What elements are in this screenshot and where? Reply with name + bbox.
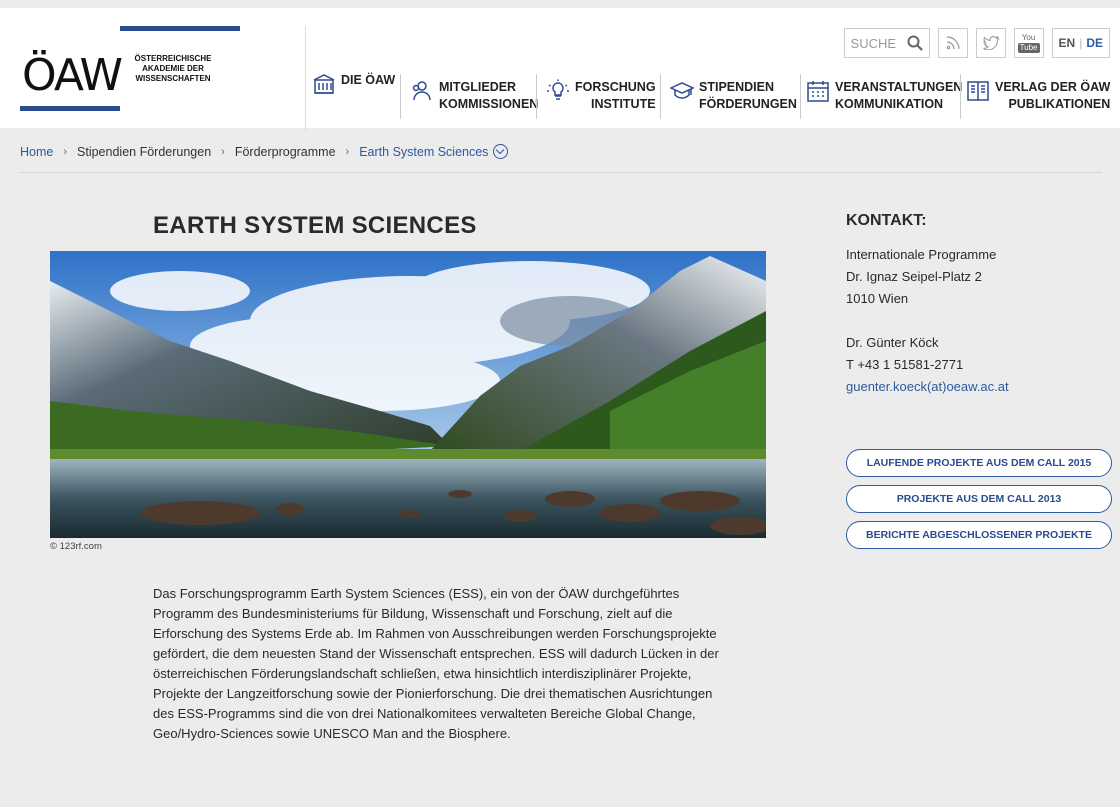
kontakt-email-link[interactable]: guenter.koeck(at)oeaw.ac.at <box>846 379 1009 394</box>
nav-label: DIE ÖAW <box>341 73 396 87</box>
book-icon <box>967 81 989 101</box>
breadcrumb-divider <box>20 172 1102 173</box>
lightbulb-icon <box>547 79 569 100</box>
projekte-2013-button[interactable]: PROJEKTE AUS DEM CALL 2013 <box>846 485 1112 513</box>
breadcrumb-current: Earth System Sciences <box>359 144 489 159</box>
graduation-cap-icon <box>670 82 694 99</box>
calendar-icon <box>807 81 829 102</box>
search-icon <box>907 35 923 51</box>
nav-label: MITGLIEDER KOMMISSIONEN <box>439 80 539 111</box>
breadcrumb: Home › Stipendien Förderungen › Förderpr… <box>20 144 509 159</box>
nav-label: VERANSTALTUNGEN KOMMUNIKATION <box>835 80 963 111</box>
nav-item-forschung[interactable]: FORSCHUNG INSTITUTE <box>546 79 656 113</box>
nav-item-stipendien[interactable]: STIPENDIEN FÖRDERUNGEN <box>670 79 797 113</box>
logo-line-1: ÖSTERREICHISCHE <box>134 54 212 63</box>
nav-item-die-oeaw[interactable]: DIE ÖAW <box>312 72 395 96</box>
logo-line-2: AKADEMIE DER <box>142 64 204 73</box>
breadcrumb-arrow: › <box>345 145 350 158</box>
nav-item-verlag[interactable]: VERLAG DER ÖAW PUBLIKATIONEN <box>966 79 1110 113</box>
kontakt-city: 1010 Wien <box>846 291 909 306</box>
breadcrumb-arrow: › <box>63 145 68 158</box>
nav-item-mitglieder[interactable]: MITGLIEDER KOMMISSIONEN <box>410 79 538 113</box>
kontakt-org: Internationale Programme <box>846 247 997 262</box>
logo-abbrev: ÖAW <box>22 50 123 101</box>
language-switch: EN | DE <box>1051 28 1110 58</box>
logo-bar-bottom <box>20 106 120 111</box>
nav-divider <box>960 74 961 119</box>
utility-bar: SUCHE You Tube EN | DE <box>843 28 1110 58</box>
search-box[interactable]: SUCHE <box>843 28 930 58</box>
page-title: EARTH SYSTEM SCIENCES <box>153 212 477 239</box>
nav-item-veranstaltungen[interactable]: VERANSTALTUNGEN KOMMUNIKATION <box>806 79 962 113</box>
chevron-down-icon[interactable] <box>493 144 509 159</box>
projekte-2015-button[interactable]: LAUFENDE PROJEKTE AUS DEM CALL 2015 <box>846 449 1112 477</box>
berichte-button[interactable]: BERICHTE ABGESCHLOSSENER PROJEKTE <box>846 521 1112 549</box>
kontakt-phone: T +43 1 51581-2771 <box>846 357 964 372</box>
kontakt-street: Dr. Ignaz Seipel-Platz 2 <box>846 269 982 284</box>
breadcrumb-stipendien[interactable]: Stipendien Förderungen <box>77 145 211 159</box>
youtube-button[interactable]: You Tube <box>1013 28 1044 58</box>
rss-icon <box>946 36 960 50</box>
nav-divider <box>536 74 537 119</box>
building-icon <box>313 74 335 94</box>
kontakt-block: Internationale Programme Dr. Ignaz Seipe… <box>846 244 1009 398</box>
lang-en-link[interactable]: EN <box>1059 36 1076 50</box>
intro-paragraph: Das Forschungsprogramm Earth System Scie… <box>153 586 719 741</box>
search-label: SUCHE <box>850 35 897 51</box>
breadcrumb-arrow: › <box>221 145 225 158</box>
image-credit: © 123rf.com <box>50 541 102 552</box>
nav-divider <box>800 74 801 119</box>
mountain-lake-image <box>50 251 766 538</box>
lang-separator: | <box>1079 36 1083 50</box>
nav-label: FORSCHUNG INSTITUTE <box>575 80 656 111</box>
breadcrumb-home[interactable]: Home <box>20 145 53 159</box>
kontakt-heading: KONTAKT: <box>846 212 927 229</box>
site-header: ÖAW ÖSTERREICHISCHE AKADEMIE DER WISSENS… <box>0 0 1120 131</box>
hero-image <box>50 251 766 538</box>
youtube-you: You <box>1021 32 1036 42</box>
logo-fullname: ÖSTERREICHISCHE AKADEMIE DER WISSENSCHAF… <box>128 54 218 84</box>
youtube-tube: Tube <box>1017 42 1040 53</box>
lang-de-link[interactable]: DE <box>1086 36 1103 50</box>
nav-label: STIPENDIEN FÖRDERUNGEN <box>699 80 797 111</box>
nav-divider <box>400 74 401 119</box>
nav-separator <box>305 26 306 131</box>
kontakt-person: Dr. Günter Köck <box>846 335 939 350</box>
oeaw-logo[interactable]: ÖAW ÖSTERREICHISCHE AKADEMIE DER WISSENS… <box>20 26 240 121</box>
people-icon <box>412 81 431 101</box>
twitter-icon <box>982 36 999 50</box>
logo-bar-top <box>120 26 240 31</box>
logo-line-3: WISSENSCHAFTEN <box>135 74 211 83</box>
nav-divider <box>660 74 661 119</box>
twitter-button[interactable] <box>975 28 1006 58</box>
rss-button[interactable] <box>937 28 968 58</box>
nav-label: VERLAG DER ÖAW PUBLIKATIONEN <box>995 80 1111 111</box>
breadcrumb-foerderprogramme[interactable]: Förderprogramme <box>235 145 336 159</box>
